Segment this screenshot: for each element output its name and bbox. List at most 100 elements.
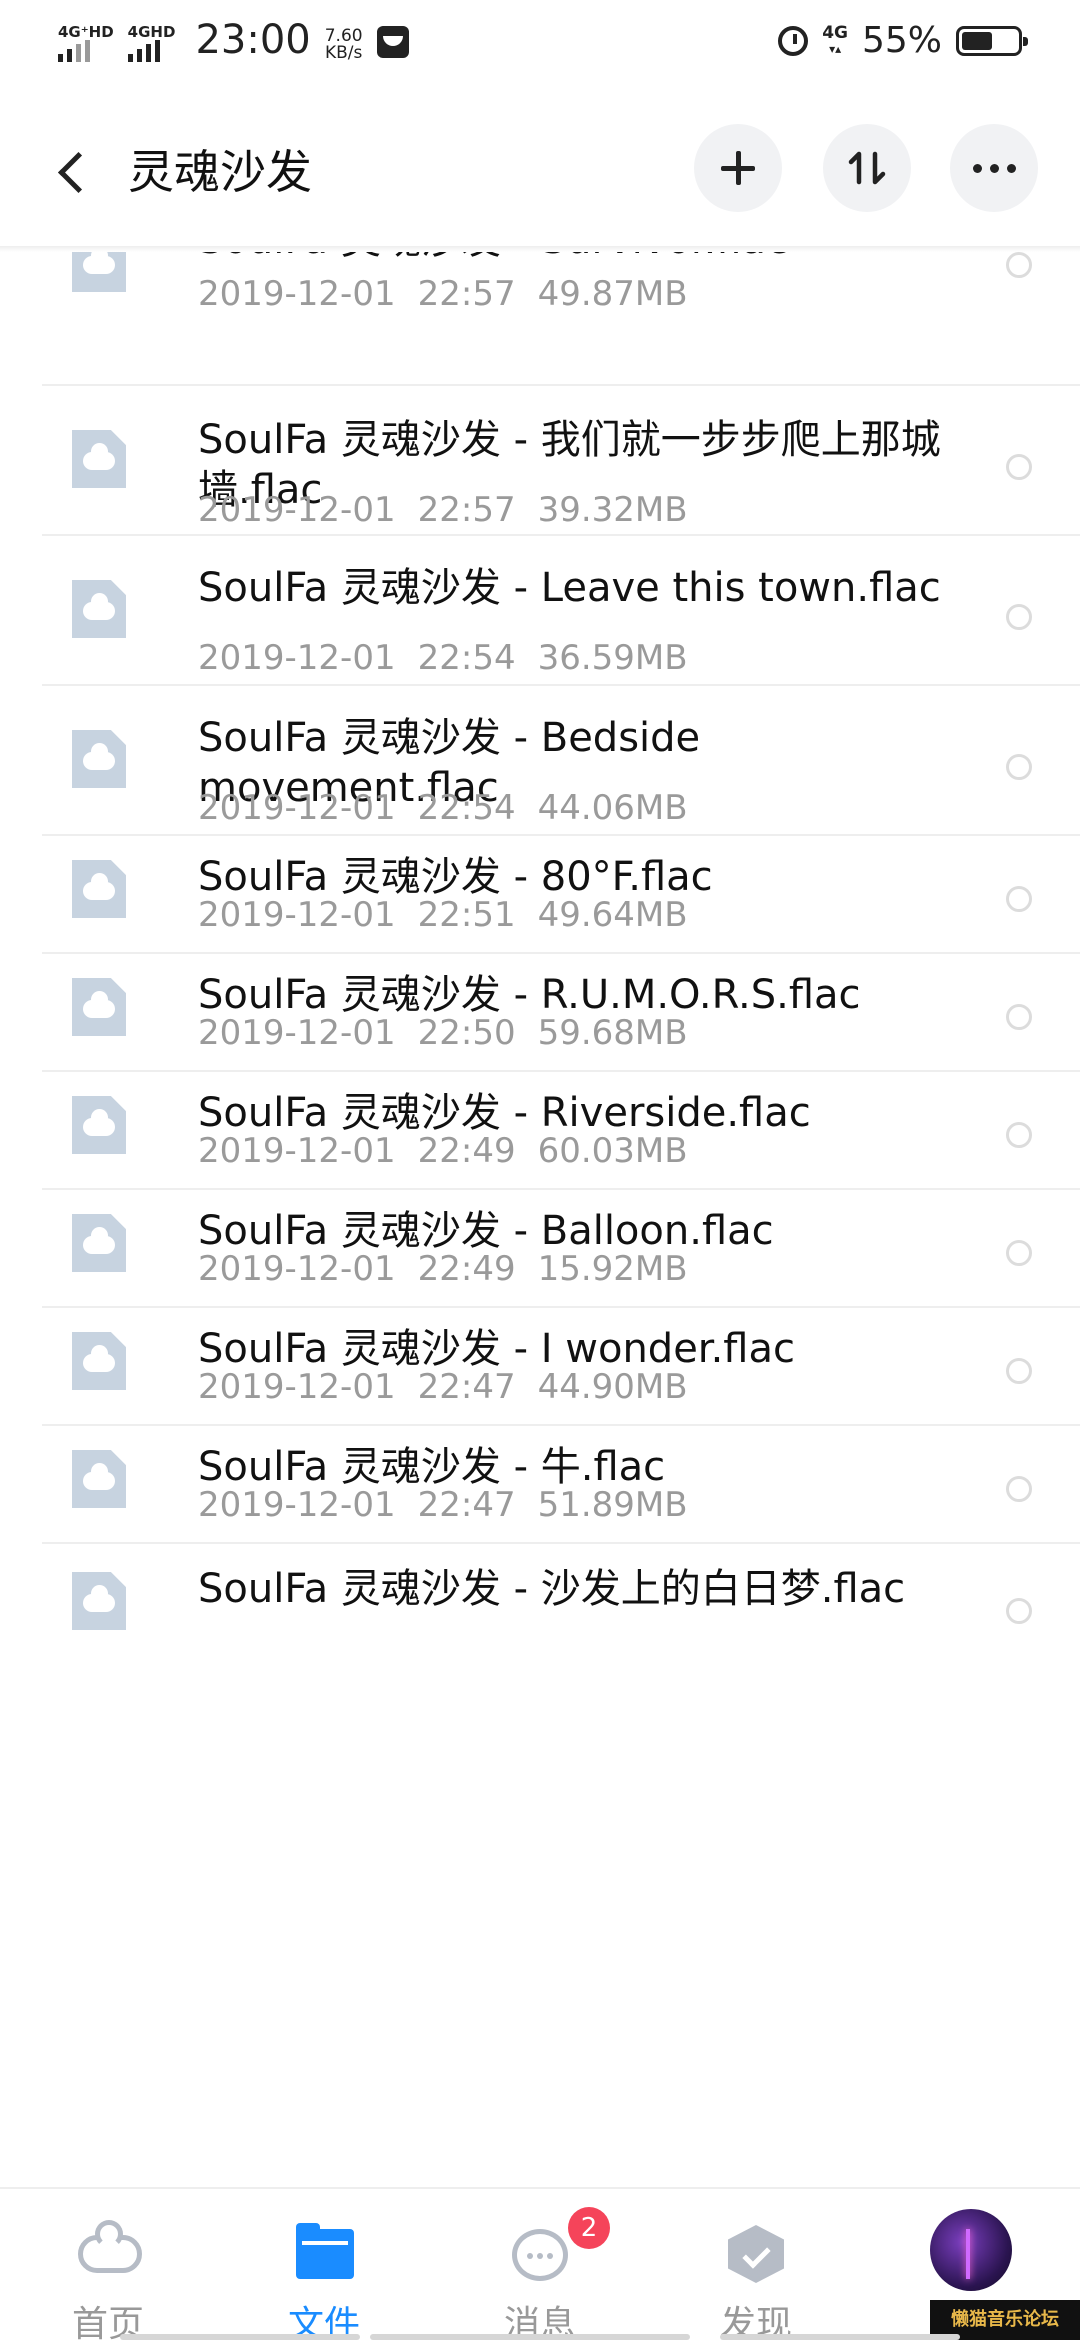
network-type: 4G (822, 22, 848, 43)
file-row[interactable]: SoulFa 灵魂沙发 - R.U.M.O.R.S.flac 2019-12-01… (0, 954, 1080, 1070)
file-row[interactable]: SoulFa 灵魂沙发 - Riverside.flac 2019-12-01 22… (0, 1072, 1080, 1188)
network-speed: 7.60 KB/s (325, 28, 363, 62)
add-button[interactable] (694, 124, 782, 212)
home-indicator-center (370, 2334, 690, 2340)
audio-file-icon (72, 430, 126, 488)
avatar[interactable] (930, 2209, 1012, 2291)
message-badge: 2 (568, 2207, 610, 2249)
file-size: 15.92MB (537, 1249, 688, 1289)
file-time: 22:49 (417, 1131, 516, 1171)
file-date: 2019-12-01 (198, 788, 396, 828)
battery-icon (956, 25, 1028, 56)
battery-percent: 55% (861, 20, 942, 61)
file-row[interactable]: SoulFa 灵魂沙发 - 我们就一步步爬上那城墙.flac 2019-12-01… (0, 386, 1080, 534)
file-meta: 2019-12-01 22:49 60.03MB (198, 1131, 688, 1171)
audio-file-icon (72, 1572, 126, 1630)
file-time: 22:54 (417, 788, 516, 828)
select-checkbox[interactable] (1006, 454, 1032, 480)
select-checkbox[interactable] (1006, 1122, 1032, 1148)
file-size: 59.68MB (537, 1013, 688, 1053)
audio-file-icon (72, 860, 126, 918)
file-row[interactable]: SoulFa 灵魂沙发 - Leave this town.flac 2019-1… (0, 536, 1080, 684)
audio-file-icon (72, 1096, 126, 1154)
select-checkbox[interactable] (1006, 252, 1032, 278)
file-list[interactable]: SoulFa 灵魂沙发 - Survivor.flac 2019-12-01 22:… (0, 252, 1080, 2187)
nav-home[interactable]: 首页 (8, 2189, 208, 2345)
file-row[interactable]: SoulFa 灵魂沙发 - 牛.flac 2019-12-01 22:47 51.89… (0, 1426, 1080, 1542)
select-checkbox[interactable] (1006, 886, 1032, 912)
file-row[interactable]: SoulFa 灵魂沙发 - I wonder.flac 2019-12-01 22:… (0, 1308, 1080, 1424)
plus-icon (721, 151, 755, 185)
sort-button[interactable] (823, 124, 911, 212)
more-button[interactable] (950, 124, 1038, 212)
alarm-icon (778, 25, 809, 56)
select-checkbox[interactable] (1006, 604, 1032, 630)
select-checkbox[interactable] (1006, 754, 1032, 780)
status-right: 4G ▾▴ 55% (778, 20, 1028, 61)
speed-unit: KB/s (324, 43, 363, 63)
audio-file-icon (72, 580, 126, 638)
file-meta: 2019-12-01 22:57 39.32MB (198, 490, 688, 530)
file-date: 2019-12-01 (198, 1485, 396, 1525)
select-checkbox[interactable] (1006, 1358, 1032, 1384)
file-row[interactable]: SoulFa 灵魂沙发 - 80°F.flac 2019-12-01 22:51 49… (0, 836, 1080, 952)
select-checkbox[interactable] (1006, 1476, 1032, 1502)
audio-file-icon (72, 252, 126, 292)
file-date: 2019-12-01 (198, 490, 396, 530)
file-row[interactable]: SoulFa 灵魂沙发 - Balloon.flac 2019-12-01 22:4… (0, 1190, 1080, 1306)
file-name: SoulFa 灵魂沙发 - Survivor.flac (198, 252, 958, 265)
file-date: 2019-12-01 (198, 1249, 396, 1289)
file-size: 44.06MB (537, 788, 688, 828)
nav-messages[interactable]: 2 消息 (440, 2189, 640, 2345)
file-name: SoulFa 灵魂沙发 - 沙发上的白日梦.flac (198, 1566, 906, 1612)
file-row[interactable]: SoulFa 灵魂沙发 - 沙发上的白日梦.flac (0, 1544, 1080, 1704)
file-date: 2019-12-01 (198, 1131, 396, 1171)
sort-icon (848, 151, 886, 185)
file-time: 22:51 (417, 895, 516, 935)
file-size: 44.90MB (537, 1367, 688, 1407)
more-icon (972, 163, 1016, 173)
file-row[interactable]: SoulFa 灵魂沙发 - Bedside movement.flac 2019-… (0, 686, 1080, 834)
file-size: 49.64MB (537, 895, 688, 935)
select-checkbox[interactable] (1006, 1004, 1032, 1030)
home-indicator-right (720, 2334, 960, 2340)
file-date: 2019-12-01 (198, 895, 396, 935)
folder-icon (296, 2223, 354, 2279)
file-time: 22:49 (417, 1249, 516, 1289)
file-size: 36.59MB (537, 638, 688, 678)
message-icon (512, 2229, 568, 2281)
file-row[interactable]: SoulFa 灵魂沙发 - Survivor.flac 2019-12-01 22:… (0, 252, 1080, 384)
nav-discover[interactable]: 发现 (656, 2189, 856, 2345)
sim2-label: 4GHD (127, 23, 176, 41)
status-left: 4G⁺HD 4GHD 23:00 7.60 KB/s (58, 18, 409, 62)
file-meta: 2019-12-01 22:54 36.59MB (198, 638, 688, 678)
nav-files[interactable]: 文件 (224, 2189, 424, 2345)
sim1-signal-icon: 4G⁺HD (58, 24, 114, 62)
sim1-label: 4G⁺HD (58, 23, 114, 41)
bottom-nav: 首页 文件 2 消息 发现 (0, 2187, 1080, 2345)
audio-file-icon (72, 730, 126, 788)
select-checkbox[interactable] (1006, 1598, 1032, 1624)
page-title: 灵魂沙发 (128, 145, 312, 199)
file-date: 2019-12-01 (198, 1013, 396, 1053)
file-date: 2019-12-01 (198, 274, 396, 314)
audio-file-icon (72, 978, 126, 1036)
back-button[interactable] (50, 142, 94, 202)
sim2-signal-icon: 4GHD (127, 23, 176, 62)
file-time: 22:50 (417, 1013, 516, 1053)
file-meta: 2019-12-01 22:54 44.06MB (198, 788, 688, 828)
file-meta: 2019-12-01 22:49 15.92MB (198, 1249, 688, 1289)
file-meta: 2019-12-01 22:50 59.68MB (198, 1013, 688, 1053)
audio-file-icon (72, 1214, 126, 1272)
file-size: 51.89MB (537, 1485, 688, 1525)
file-size: 39.32MB (537, 490, 688, 530)
select-checkbox[interactable] (1006, 1240, 1032, 1266)
status-bar: 4G⁺HD 4GHD 23:00 7.60 KB/s 4G ▾▴ 55% (0, 0, 1080, 86)
home-cloud-icon (78, 2220, 142, 2273)
file-time: 22:47 (417, 1367, 516, 1407)
file-meta: 2019-12-01 22:47 44.90MB (198, 1367, 688, 1407)
file-time: 22:57 (417, 490, 516, 530)
file-time: 22:57 (417, 274, 516, 314)
file-meta: 2019-12-01 22:57 49.87MB (198, 274, 688, 314)
app-notification-icon (376, 26, 409, 58)
